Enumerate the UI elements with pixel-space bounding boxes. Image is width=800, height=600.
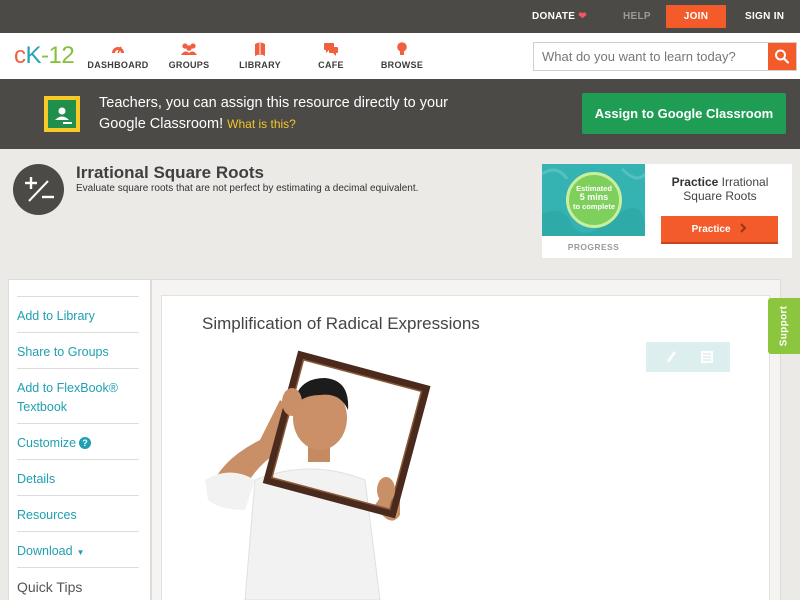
quick-tips-heading: Quick Tips — [17, 567, 139, 597]
pencil-icon[interactable] — [664, 349, 678, 365]
logo-dash: - — [41, 42, 49, 69]
concept-description: Evaluate square roots that are not perfe… — [76, 183, 419, 194]
signin-link[interactable]: SIGN IN — [745, 0, 784, 33]
classroom-person-icon — [55, 107, 72, 124]
practice-thumbnail: Estimated 5 mins to complete — [542, 164, 645, 236]
notes-icon[interactable] — [700, 349, 714, 365]
main-nav: cK-12 DASHBOARD GROUPS LIBRARY CAFE BROW… — [0, 33, 800, 79]
estimated-mins: 5 mins — [579, 192, 609, 202]
practice-card-title: Practice Irrational Square Roots — [660, 175, 780, 203]
search-icon — [775, 49, 790, 64]
top-utility-bar: DONATE ❤ HELP JOIN SIGN IN — [0, 0, 800, 33]
ck12-logo[interactable]: cK-12 — [14, 42, 75, 69]
nav-browse[interactable]: BROWSE — [362, 41, 442, 70]
donate-link[interactable]: DONATE ❤ — [532, 0, 587, 33]
practice-button[interactable]: Practice — [661, 216, 778, 244]
add-to-library-link[interactable]: Add to Library — [17, 296, 139, 326]
caret-down-icon: ▼ — [76, 548, 85, 557]
assign-google-classroom-button[interactable]: Assign to Google Classroom — [582, 93, 786, 134]
nav-browse-label: BROWSE — [380, 60, 424, 70]
plus-minus-icon — [13, 164, 64, 215]
logo-c: c — [14, 42, 26, 69]
person-holding-frame-image — [205, 350, 431, 600]
support-tab[interactable]: Support — [768, 298, 800, 354]
search-button[interactable] — [768, 43, 796, 70]
customize-label: Customize — [17, 436, 77, 450]
nav-cafe[interactable]: CAFE — [291, 41, 371, 70]
resource-sidebar: Add to Library Share to Groups Add to Fl… — [8, 279, 151, 600]
nav-cafe-label: CAFE — [318, 60, 344, 70]
browse-bulb-icon — [397, 42, 407, 55]
practice-title-bold: Practice — [671, 175, 719, 189]
google-banner-text: Teachers, you can assign this resource d… — [99, 93, 479, 135]
download-label: Download — [17, 544, 73, 558]
support-label: Support — [778, 305, 790, 347]
nav-library-label: LIBRARY — [239, 60, 281, 70]
donate-label: DONATE — [532, 11, 576, 22]
dashboard-gauge-icon — [112, 46, 124, 54]
what-is-this-link[interactable]: What is this? — [227, 117, 296, 131]
nav-library[interactable]: LIBRARY — [220, 41, 300, 70]
progress-label: PROGRESS — [567, 242, 620, 252]
search-bar — [533, 42, 797, 71]
google-classroom-logo — [44, 96, 80, 132]
nav-groups[interactable]: GROUPS — [149, 41, 229, 70]
resources-link[interactable]: Resources — [17, 495, 139, 525]
search-input[interactable] — [534, 43, 769, 70]
details-link[interactable]: Details — [17, 459, 139, 489]
download-dropdown[interactable]: Download ▼ — [17, 531, 139, 562]
google-classroom-banner: Teachers, you can assign this resource d… — [0, 79, 800, 149]
help-link[interactable]: HELP — [623, 0, 651, 33]
logo-num: 12 — [48, 42, 75, 69]
nav-dashboard[interactable]: DASHBOARD — [78, 41, 158, 70]
to-complete-label: to complete — [572, 202, 616, 211]
cafe-chat-icon — [324, 43, 338, 56]
chevron-right-icon — [740, 223, 747, 233]
nav-groups-label: GROUPS — [168, 60, 210, 70]
heart-icon: ❤ — [578, 11, 587, 22]
groups-people-icon — [181, 43, 197, 55]
content-toolbar — [646, 342, 730, 372]
share-to-groups-link[interactable]: Share to Groups — [17, 332, 139, 362]
estimated-time-badge: Estimated 5 mins to complete — [566, 172, 622, 228]
content-title: Simplification of Radical Expressions — [202, 314, 480, 333]
customize-link[interactable]: Customize? — [17, 423, 139, 453]
help-question-icon[interactable]: ? — [79, 437, 92, 449]
join-button[interactable]: JOIN — [666, 5, 726, 28]
concept-title: Irrational Square Roots — [76, 163, 264, 182]
logo-k: K — [25, 42, 42, 69]
practice-card: Estimated 5 mins to complete PROGRESS Pr… — [542, 164, 792, 258]
library-book-icon — [255, 42, 265, 56]
practice-button-label: Practice — [691, 224, 731, 235]
add-to-flexbook-link[interactable]: Add to FlexBook® Textbook — [17, 368, 139, 417]
nav-dashboard-label: DASHBOARD — [87, 60, 149, 70]
